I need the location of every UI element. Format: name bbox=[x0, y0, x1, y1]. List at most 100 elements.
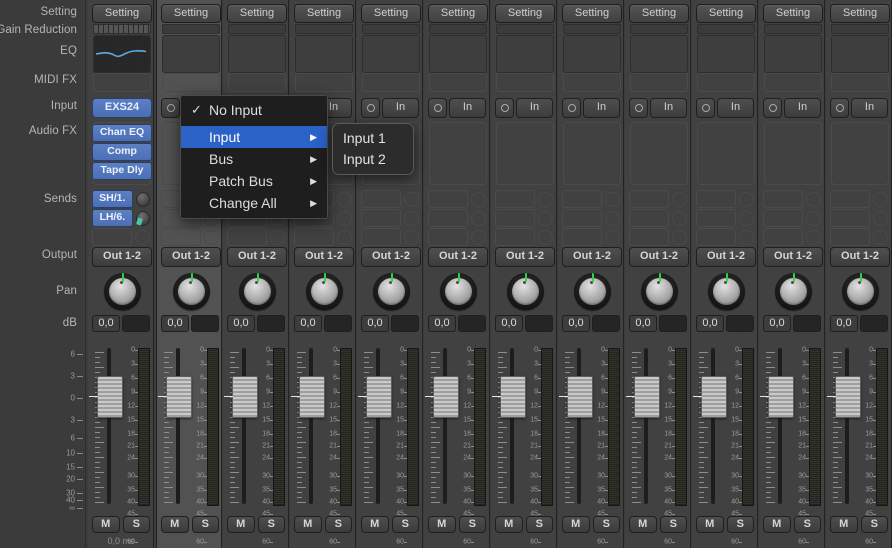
volume-fader[interactable] bbox=[760, 376, 794, 418]
channel-strip-9[interactable]: Setting In Out 1-2 0,0 0 3 6 9 12 15 18 21 24 30 35 40 4… bbox=[625, 0, 691, 548]
send-level-knob[interactable] bbox=[337, 210, 352, 226]
peak-display[interactable] bbox=[525, 315, 553, 332]
volume-value[interactable]: 0,0 bbox=[227, 315, 255, 332]
audio-fx-box[interactable] bbox=[496, 122, 554, 185]
pan-knob[interactable] bbox=[708, 273, 745, 310]
volume-value[interactable]: 0,0 bbox=[562, 315, 590, 332]
audio-fx-box[interactable] bbox=[563, 122, 621, 185]
volume-fader[interactable] bbox=[559, 376, 593, 418]
send-level-knob[interactable] bbox=[739, 191, 754, 207]
solo-button[interactable]: S bbox=[592, 516, 620, 533]
volume-value[interactable]: 0,0 bbox=[92, 315, 120, 332]
input-context-menu[interactable]: ✓ No Input Input ▶ Bus ▶ Patch Bus ▶ Change All ▶ bbox=[180, 95, 328, 219]
output-slot[interactable]: Out 1-2 bbox=[696, 247, 756, 267]
volume-fader[interactable] bbox=[626, 376, 660, 418]
fader-track[interactable] bbox=[309, 348, 313, 504]
solo-button[interactable]: S bbox=[793, 516, 821, 533]
solo-button[interactable]: S bbox=[191, 516, 219, 533]
send-slot[interactable] bbox=[763, 190, 804, 208]
send-slot[interactable] bbox=[361, 228, 402, 246]
send-level-knob[interactable] bbox=[605, 210, 620, 226]
solo-button[interactable]: S bbox=[391, 516, 419, 533]
fader-track[interactable] bbox=[577, 348, 581, 504]
mute-button[interactable]: M bbox=[294, 516, 322, 533]
output-slot[interactable]: Out 1-2 bbox=[562, 247, 622, 267]
fader-track[interactable] bbox=[376, 348, 380, 504]
input-slot[interactable]: In bbox=[851, 98, 888, 118]
record-enable-icon[interactable] bbox=[428, 98, 447, 118]
send-slot[interactable] bbox=[294, 228, 335, 246]
send-slot[interactable] bbox=[696, 209, 737, 227]
peak-display[interactable] bbox=[257, 315, 285, 332]
eq-thumbnail[interactable] bbox=[764, 35, 822, 73]
channel-strip-8[interactable]: Setting In Out 1-2 0,0 0 3 6 9 12 15 18 21 24 30 35 40 4… bbox=[558, 0, 624, 548]
send-level-knob[interactable] bbox=[873, 191, 888, 207]
send-level-knob[interactable] bbox=[806, 210, 821, 226]
output-slot[interactable]: Out 1-2 bbox=[294, 247, 354, 267]
record-enable-icon[interactable] bbox=[361, 98, 380, 118]
setting-button[interactable]: Setting bbox=[227, 4, 287, 23]
send-level-knob[interactable] bbox=[672, 191, 687, 207]
send-slot[interactable] bbox=[763, 228, 804, 246]
menu-item-change-all[interactable]: Change All ▶ bbox=[181, 192, 327, 214]
volume-fader[interactable] bbox=[158, 376, 192, 418]
audio-fx-slot[interactable]: Chan EQ bbox=[92, 124, 152, 142]
send-level-knob[interactable] bbox=[135, 229, 150, 245]
send-level-knob[interactable] bbox=[672, 229, 687, 245]
channel-strip-7[interactable]: Setting In Out 1-2 0,0 0 3 6 9 12 15 18 21 24 30 35 40 4… bbox=[491, 0, 557, 548]
solo-button[interactable]: S bbox=[458, 516, 486, 533]
fader-track[interactable] bbox=[778, 348, 782, 504]
volume-value[interactable]: 0,0 bbox=[428, 315, 456, 332]
send-level-knob[interactable] bbox=[873, 210, 888, 226]
mute-button[interactable]: M bbox=[428, 516, 456, 533]
volume-value[interactable]: 0,0 bbox=[361, 315, 389, 332]
audio-fx-box[interactable] bbox=[630, 122, 688, 185]
mute-button[interactable]: M bbox=[763, 516, 791, 533]
send-slot[interactable] bbox=[562, 190, 603, 208]
send-level-knob[interactable] bbox=[404, 210, 419, 226]
volume-fader[interactable] bbox=[827, 376, 861, 418]
record-enable-icon[interactable] bbox=[763, 98, 782, 118]
mute-button[interactable]: M bbox=[495, 516, 523, 533]
fader-track[interactable] bbox=[711, 348, 715, 504]
midi-fx-slot[interactable] bbox=[630, 73, 688, 92]
send-slot[interactable] bbox=[629, 209, 670, 227]
send-level-knob[interactable] bbox=[538, 210, 553, 226]
volume-value[interactable]: 0,0 bbox=[763, 315, 791, 332]
midi-fx-slot[interactable] bbox=[162, 73, 220, 92]
send-level-knob[interactable] bbox=[404, 191, 419, 207]
setting-button[interactable]: Setting bbox=[696, 4, 756, 23]
input-slot[interactable]: In bbox=[382, 98, 419, 118]
send-level-knob[interactable] bbox=[135, 191, 150, 207]
setting-button[interactable]: Setting bbox=[629, 4, 689, 23]
peak-display[interactable] bbox=[793, 315, 821, 332]
mute-button[interactable]: M bbox=[161, 516, 189, 533]
eq-thumbnail[interactable] bbox=[630, 35, 688, 73]
send-slot[interactable] bbox=[161, 228, 202, 246]
solo-button[interactable]: S bbox=[525, 516, 553, 533]
send-level-knob[interactable] bbox=[538, 191, 553, 207]
send-slot[interactable] bbox=[696, 228, 737, 246]
send-level-knob[interactable] bbox=[204, 229, 219, 245]
solo-button[interactable]: S bbox=[257, 516, 285, 533]
eq-thumbnail[interactable] bbox=[162, 35, 220, 73]
midi-fx-slot[interactable] bbox=[93, 73, 151, 92]
midi-fx-slot[interactable] bbox=[697, 73, 755, 92]
setting-button[interactable]: Setting bbox=[92, 4, 152, 23]
eq-thumbnail[interactable] bbox=[831, 35, 889, 73]
pan-knob[interactable] bbox=[440, 273, 477, 310]
solo-button[interactable]: S bbox=[122, 516, 150, 533]
channel-strip-12[interactable]: Setting In Out 1-2 0,0 0 3 6 9 12 15 18 21 24 30 35 40 4… bbox=[826, 0, 892, 548]
volume-fader[interactable] bbox=[358, 376, 392, 418]
pan-knob[interactable] bbox=[842, 273, 879, 310]
volume-value[interactable]: 0,0 bbox=[161, 315, 189, 332]
midi-fx-slot[interactable] bbox=[228, 73, 286, 92]
channel-strip-3[interactable]: SettingInOut 1-20,0036912151821243035404… bbox=[223, 0, 289, 548]
volume-fader[interactable] bbox=[425, 376, 459, 418]
pan-knob[interactable] bbox=[173, 273, 210, 310]
midi-fx-slot[interactable] bbox=[563, 73, 621, 92]
fader-track[interactable] bbox=[107, 348, 111, 504]
send-level-knob[interactable] bbox=[605, 229, 620, 245]
fader-track[interactable] bbox=[644, 348, 648, 504]
eq-thumbnail[interactable] bbox=[697, 35, 755, 73]
